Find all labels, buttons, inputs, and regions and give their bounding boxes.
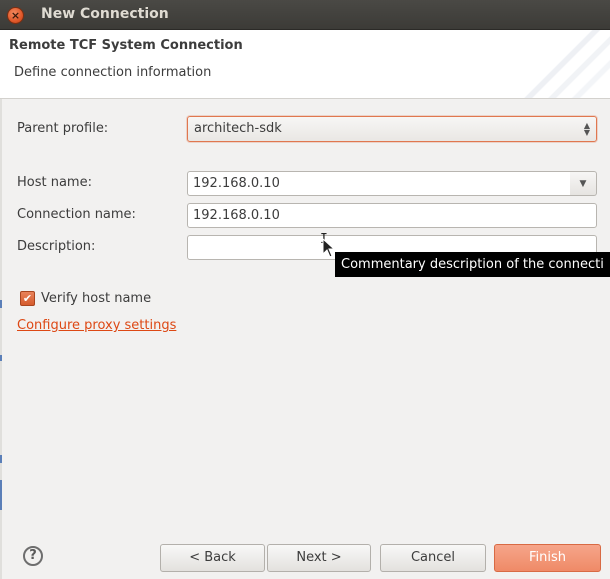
wizard-header: Remote TCF System Connection Define conn… [0, 30, 610, 99]
arrow-cursor-icon [322, 238, 336, 258]
close-icon[interactable]: × [7, 7, 24, 24]
left-edge-mark [0, 300, 2, 308]
chevron-down-icon[interactable]: ▼ [570, 171, 597, 196]
connection-name-input[interactable]: 192.168.0.10 [187, 203, 597, 228]
checkmark-icon: ✔ [22, 292, 33, 305]
parent-profile-label: Parent profile: [17, 121, 109, 136]
left-edge-mark [0, 455, 2, 463]
parent-profile-select[interactable]: architech-sdk ▲ ▼ [187, 116, 597, 142]
description-label: Description: [17, 239, 96, 254]
next-button[interactable]: Next > [267, 544, 371, 572]
wizard-description: Define connection information [14, 65, 212, 80]
connection-name-value: 192.168.0.10 [193, 208, 280, 223]
wizard-title: Remote TCF System Connection [9, 38, 243, 53]
left-edge-mark [0, 355, 2, 361]
host-name-input[interactable]: 192.168.0.10 [187, 171, 571, 196]
title-bar: × New Connection [0, 0, 610, 30]
description-tooltip: Commentary description of the connecti [335, 252, 610, 277]
finish-button[interactable]: Finish [494, 544, 601, 572]
host-name-label: Host name: [17, 175, 92, 190]
back-button[interactable]: < Back [160, 544, 265, 572]
header-decoration [520, 30, 610, 98]
configure-proxy-link[interactable]: Configure proxy settings [17, 318, 176, 333]
left-edge-mark [0, 480, 2, 510]
cancel-button[interactable]: Cancel [380, 544, 486, 572]
verify-host-checkbox[interactable]: ✔ [20, 291, 35, 306]
updown-arrows-icon: ▲ ▼ [583, 121, 590, 137]
connection-name-label: Connection name: [17, 207, 136, 222]
verify-host-label[interactable]: Verify host name [41, 291, 151, 306]
help-icon[interactable]: ? [23, 546, 43, 566]
window-title: New Connection [41, 6, 169, 22]
parent-profile-value: architech-sdk [194, 121, 282, 136]
host-name-value: 192.168.0.10 [193, 176, 280, 191]
